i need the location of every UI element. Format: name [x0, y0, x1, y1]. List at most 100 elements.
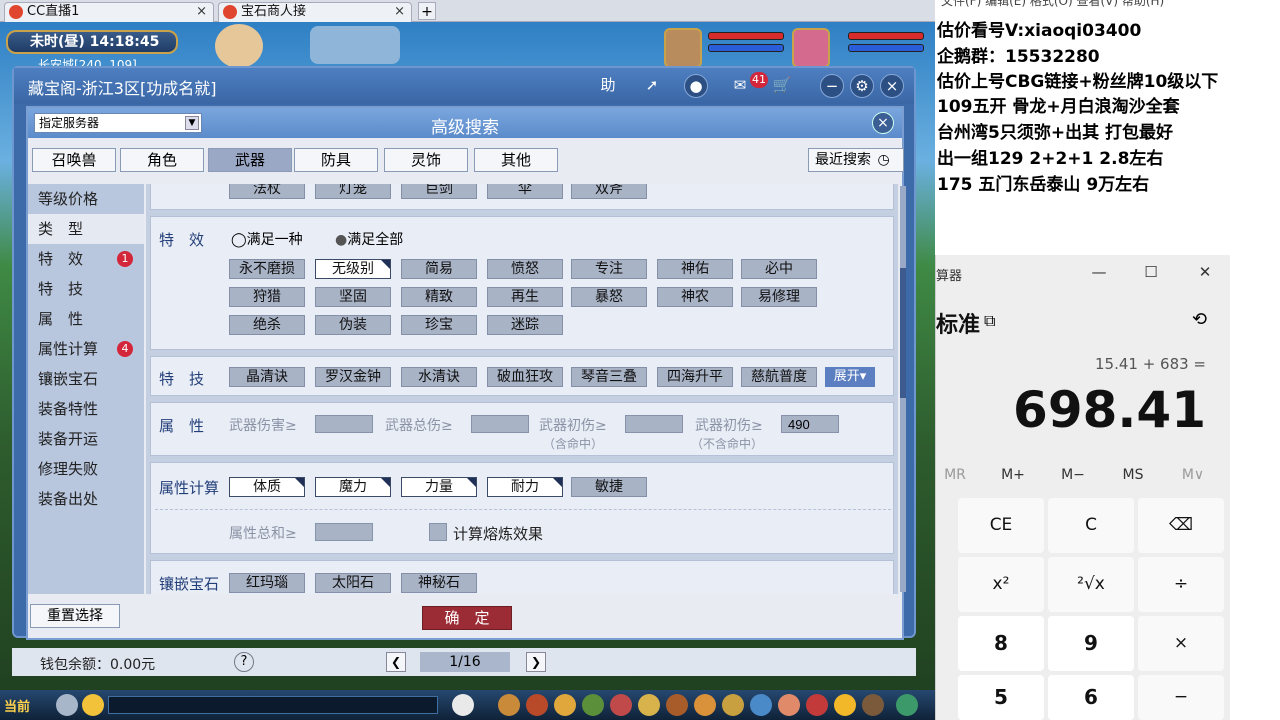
digit-8-button[interactable]: 8	[958, 616, 1044, 671]
backspace-button[interactable]: ⌫	[1138, 498, 1224, 553]
chat-input[interactable]	[108, 696, 438, 714]
divide-button[interactable]: ÷	[1138, 557, 1224, 612]
type-option[interactable]: 伞	[487, 184, 563, 199]
weapon-damage-input[interactable]	[315, 415, 373, 433]
pet-menu-icon[interactable]	[638, 694, 660, 716]
effect-option[interactable]: 伪装	[315, 315, 391, 335]
effect-option[interactable]: 愤怒	[487, 259, 563, 279]
browser-tab-cc-live[interactable]: CC直播1 ×	[4, 2, 214, 22]
pet-icon[interactable]	[452, 694, 474, 716]
close-window-icon[interactable]: ×	[880, 74, 904, 98]
message-icon[interactable]: ✉	[728, 74, 752, 98]
attack-icon[interactable]	[498, 694, 520, 716]
skill-option[interactable]: 罗汉金钟	[315, 367, 391, 387]
attr-calc-option[interactable]: 力量	[401, 477, 477, 497]
player-portrait[interactable]	[792, 28, 830, 68]
chat-channel[interactable]: 当前	[4, 696, 30, 715]
tab-other[interactable]: 其他	[474, 148, 558, 172]
effect-option[interactable]: 绝杀	[229, 315, 305, 335]
memory-add-button[interactable]: M+	[988, 467, 1038, 483]
skill-option[interactable]: 水清诀	[401, 367, 477, 387]
tab-accessory[interactable]: 灵饰	[384, 148, 468, 172]
nav-equip-source[interactable]: 装备出处	[28, 484, 144, 514]
effect-option[interactable]: 永不磨损	[229, 259, 305, 279]
nav-skill[interactable]: 特 技	[28, 274, 144, 304]
effect-option[interactable]: 迷踪	[487, 315, 563, 335]
nav-type[interactable]: 类 型	[28, 214, 144, 244]
attr-calc-option[interactable]: 魔力	[315, 477, 391, 497]
memory-store-button[interactable]: MS	[1108, 467, 1158, 483]
help-button[interactable]: 助	[596, 74, 620, 98]
mail-icon[interactable]	[778, 694, 800, 716]
nav-effect[interactable]: 特 效 1	[28, 244, 144, 274]
sqrt-button[interactable]: ²√x	[1048, 557, 1134, 612]
effect-option-selected[interactable]: 无级别	[315, 259, 391, 279]
reset-button[interactable]: 重置选择	[30, 604, 120, 628]
memory-recall-button[interactable]: MR	[930, 467, 980, 483]
minus-button[interactable]: −	[1138, 675, 1224, 720]
history-icon[interactable]: ⟲	[1192, 309, 1207, 330]
type-option[interactable]: 双斧	[571, 184, 647, 199]
close-icon[interactable]: ✕	[1190, 263, 1220, 281]
type-option[interactable]: 巨剑	[401, 184, 477, 199]
skill-option[interactable]: 晶清诀	[229, 367, 305, 387]
microphone-icon[interactable]	[56, 694, 78, 716]
radio-all[interactable]: ●满足全部	[335, 229, 403, 249]
recent-search-button[interactable]: 最近搜索 ◷	[808, 148, 904, 172]
square-button[interactable]: x²	[958, 557, 1044, 612]
share-icon[interactable]: ➚	[640, 74, 664, 98]
close-tab-icon[interactable]: ×	[196, 3, 207, 21]
effect-option[interactable]: 简易	[401, 259, 477, 279]
type-option[interactable]: 灯笼	[315, 184, 391, 199]
effect-option[interactable]: 坚固	[315, 287, 391, 307]
browser-tab-game[interactable]: 宝石商人接 ×	[218, 2, 412, 22]
next-page-button[interactable]: ❯	[526, 652, 546, 672]
effect-option[interactable]: 神农	[657, 287, 733, 307]
nav-repair-fail[interactable]: 修理失败	[28, 454, 144, 484]
nav-attr-calc[interactable]: 属性计算 4	[28, 334, 144, 364]
quest-icon[interactable]	[666, 694, 688, 716]
gem-option[interactable]: 神秘石	[401, 573, 477, 593]
clear-entry-button[interactable]: CE	[958, 498, 1044, 553]
prev-page-button[interactable]: ❮	[386, 652, 406, 672]
attr-calc-option[interactable]: 体质	[229, 477, 305, 497]
tab-role[interactable]: 角色	[120, 148, 204, 172]
minimize-icon[interactable]: —	[1084, 263, 1114, 281]
panel-close-icon[interactable]: ×	[872, 112, 894, 134]
activity-icon[interactable]	[834, 694, 856, 716]
effect-option[interactable]: 神佑	[657, 259, 733, 279]
effect-option[interactable]: 必中	[741, 259, 817, 279]
record-icon[interactable]: ●	[684, 74, 708, 98]
friend-icon[interactable]	[750, 694, 772, 716]
effect-option[interactable]: 珍宝	[401, 315, 477, 335]
weapon-total-damage-input[interactable]	[471, 415, 529, 433]
team-icon[interactable]	[610, 694, 632, 716]
weapon-init-damage-nohit-input[interactable]	[781, 415, 839, 433]
system-icon[interactable]	[862, 694, 884, 716]
digit-6-button[interactable]: 6	[1048, 675, 1134, 720]
nav-level-price[interactable]: 等级价格	[28, 184, 144, 214]
effect-option[interactable]: 专注	[571, 259, 647, 279]
give-icon[interactable]	[554, 694, 576, 716]
pet-portrait[interactable]	[664, 28, 702, 68]
tab-pet[interactable]: 召唤兽	[32, 148, 116, 172]
digit-5-button[interactable]: 5	[958, 675, 1044, 720]
cart-icon[interactable]: 🛒	[770, 74, 794, 98]
type-option[interactable]: 法杖	[229, 184, 305, 199]
multiply-button[interactable]: ×	[1138, 616, 1224, 671]
new-tab-button[interactable]: +	[418, 2, 436, 20]
scroll-thumb[interactable]	[900, 268, 906, 398]
memory-list-button[interactable]: M∨	[1168, 467, 1218, 483]
radio-any[interactable]: ◯满足一种	[231, 229, 303, 249]
effect-option[interactable]: 狩猎	[229, 287, 305, 307]
menu-icon[interactable]	[896, 694, 918, 716]
help-icon[interactable]: ?	[234, 652, 254, 672]
memory-subtract-button[interactable]: M−	[1048, 467, 1098, 483]
emoji-icon[interactable]	[82, 694, 104, 716]
skill-option[interactable]: 慈航普度	[741, 367, 817, 387]
clear-button[interactable]: C	[1048, 498, 1134, 553]
attr-sum-input[interactable]	[315, 523, 373, 541]
server-select[interactable]: 指定服务器 ▼	[34, 113, 202, 133]
attr-calc-option[interactable]: 敏捷	[571, 477, 647, 497]
tab-armor[interactable]: 防具	[294, 148, 378, 172]
